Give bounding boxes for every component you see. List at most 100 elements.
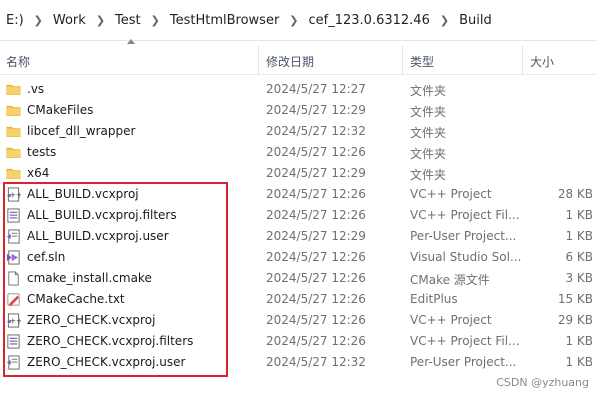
breadcrumb-item[interactable]: Work [49,13,90,28]
chevron-right-icon[interactable]: ❯ [145,14,166,27]
column-divider[interactable] [522,46,523,74]
file-row[interactable]: ++ ZERO_CHECK.vcxproj 2024/5/27 12:26 VC++ … [0,310,597,331]
file-size: 1 KB [565,229,593,243]
file-name: tests [27,145,57,159]
file-name: libcef_dll_wrapper [27,124,136,138]
column-divider[interactable] [402,46,403,74]
file-row[interactable]: cmake_install.cmake 2024/5/27 12:26 CMake … [0,268,597,289]
file-name: ALL_BUILD.vcxproj [27,187,139,201]
file-size: 1 KB [565,334,593,348]
file-name: ZERO_CHECK.vcxproj.user [27,355,186,369]
file-row[interactable]: ZERO_CHECK.vcxproj.user 2024/5/27 12:32 Pe… [0,352,597,373]
vcxproj-icon: ++ [6,313,22,328]
folder-icon [6,145,21,160]
file-list: .vs 2024/5/27 12:27 文件夹 CMakeFiles 2024/5/27… [0,79,597,373]
file-date: 2024/5/27 12:26 [266,313,366,327]
svg-text:++: ++ [10,190,21,199]
sln-icon [6,250,21,265]
svg-text:++: ++ [10,316,21,325]
breadcrumb-item[interactable]: cef_123.0.6312.46 [305,13,434,28]
file-type: 文件夹 [410,84,447,98]
folder-icon [6,124,21,139]
file-date: 2024/5/27 12:26 [266,145,366,159]
file-date: 2024/5/27 12:29 [266,166,366,180]
file-date: 2024/5/27 12:26 [266,208,366,222]
file-date: 2024/5/27 12:26 [266,250,366,264]
file-type: 文件夹 [410,147,447,161]
file-date: 2024/5/27 12:32 [266,355,366,369]
file-row[interactable]: ALL_BUILD.vcxproj.user 2024/5/27 12:29 Per… [0,226,597,247]
file-date: 2024/5/27 12:29 [266,103,366,117]
breadcrumb-item[interactable]: Test [111,13,145,28]
chevron-right-icon[interactable]: ❯ [283,14,304,27]
file-type: VC++ Project Fil... [410,334,520,348]
file-size: 29 KB [557,313,593,327]
file-size: 1 KB [565,208,593,222]
watermark: CSDN @yzhuang [496,376,589,389]
breadcrumb-item[interactable]: Build [455,13,496,28]
column-divider[interactable] [258,46,259,74]
file-date: 2024/5/27 12:32 [266,124,366,138]
file-date: 2024/5/27 12:27 [266,82,366,96]
column-name-header[interactable]: 名称 [6,53,30,70]
column-date-header[interactable]: 修改日期 [266,53,314,70]
file-name: cmake_install.cmake [27,271,152,285]
file-row[interactable]: tests 2024/5/27 12:26 文件夹 [0,142,597,163]
column-size-header[interactable]: 大小 [530,53,554,70]
file-size: 3 KB [565,271,593,285]
column-header: 名称 修改日期 类型 大小 [0,46,597,75]
file-row[interactable]: .vs 2024/5/27 12:27 文件夹 [0,79,597,100]
file-size: 15 KB [557,292,593,306]
folder-icon [6,166,21,181]
user-project-icon [6,229,21,244]
file-icon [6,271,21,286]
breadcrumb: E:) ❯ Work ❯ Test ❯ TestHtmlBrowser ❯ cef_123.0.… [0,0,597,41]
file-type: 文件夹 [410,105,447,119]
file-size: 1 KB [565,355,593,369]
filters-icon [6,334,21,349]
breadcrumb-item[interactable]: TestHtmlBrowser [166,13,283,28]
folder-icon [6,103,21,118]
file-name: .vs [27,82,45,96]
file-type: VC++ Project [410,187,492,201]
chevron-right-icon[interactable]: ❯ [90,14,111,27]
file-row[interactable]: ZERO_CHECK.vcxproj.filters 2024/5/27 12:2… [0,331,597,352]
file-name: ALL_BUILD.vcxproj.filters [27,208,177,222]
file-type: EditPlus [410,292,458,306]
file-size: 28 KB [557,187,593,201]
chevron-right-icon[interactable]: ❯ [28,14,49,27]
file-name: x64 [27,166,50,180]
file-type: VC++ Project Fil... [410,208,520,222]
file-date: 2024/5/27 12:29 [266,229,366,243]
file-date: 2024/5/27 12:26 [266,292,366,306]
file-row[interactable]: x64 2024/5/27 12:29 文件夹 [0,163,597,184]
file-row[interactable]: ++ ALL_BUILD.vcxproj 2024/5/27 12:26 VC++ P… [0,184,597,205]
file-row[interactable]: libcef_dll_wrapper 2024/5/27 12:32 文件夹 [0,121,597,142]
file-date: 2024/5/27 12:26 [266,271,366,285]
file-row[interactable]: CMakeFiles 2024/5/27 12:29 文件夹 [0,100,597,121]
file-type: 文件夹 [410,168,447,182]
file-name: CMakeCache.txt [27,292,125,306]
file-type: Per-User Project... [410,229,517,243]
file-row[interactable]: cef.sln 2024/5/27 12:26 Visual Studio Sol.… [0,247,597,268]
file-name: ZERO_CHECK.vcxproj [27,313,156,327]
file-type: VC++ Project [410,313,492,327]
file-type: 文件夹 [410,126,447,140]
editplus-icon [6,292,21,307]
file-row[interactable]: CMakeCache.txt 2024/5/27 12:26 EditPlus 15 … [0,289,597,310]
file-name: ZERO_CHECK.vcxproj.filters [27,334,194,348]
file-row[interactable]: ALL_BUILD.vcxproj.filters 2024/5/27 12:26… [0,205,597,226]
column-type-header[interactable]: 类型 [410,53,434,70]
vcxproj-icon: ++ [6,187,22,202]
filters-icon [6,208,21,223]
file-name: cef.sln [27,250,66,264]
file-type: CMake 源文件 [410,273,490,287]
user-project-icon [6,355,21,370]
file-date: 2024/5/27 12:26 [266,187,366,201]
breadcrumb-item[interactable]: E:) [0,13,28,28]
file-date: 2024/5/27 12:26 [266,334,366,348]
folder-icon [6,82,21,97]
sort-ascending-icon [127,39,135,44]
chevron-right-icon[interactable]: ❯ [434,14,455,27]
file-name: CMakeFiles [27,103,94,117]
